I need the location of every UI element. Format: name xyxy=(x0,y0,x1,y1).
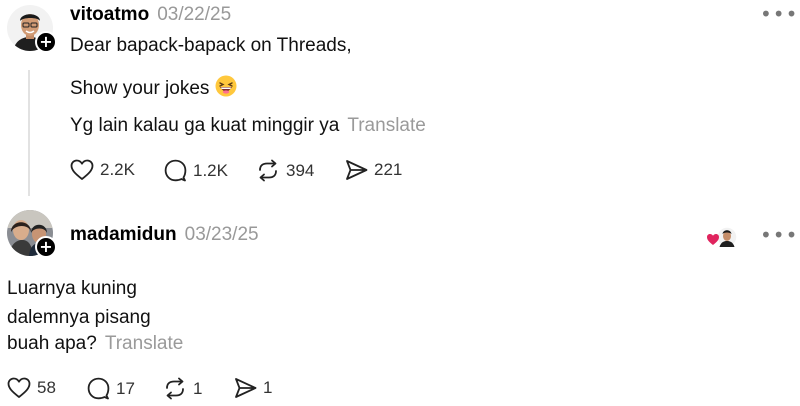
translate-link[interactable]: Translate xyxy=(347,115,426,136)
post-text-line: Luarnya kuning xyxy=(7,278,137,299)
post-header: vitoatmo 03/22/25 xyxy=(70,4,231,26)
post-text-fragment: Show your jokes xyxy=(70,78,210,99)
post-header: madamidun 03/23/25 xyxy=(70,224,259,246)
like-button[interactable]: 2.2K xyxy=(70,159,135,181)
reply-button[interactable]: 17 xyxy=(87,377,135,400)
post-text-fragment: buah apa? xyxy=(7,333,97,354)
reply-bubble-icon xyxy=(164,159,187,182)
liked-by-indicator[interactable] xyxy=(706,225,738,249)
heart-icon xyxy=(7,377,31,398)
username[interactable]: vitoatmo xyxy=(70,4,149,26)
follow-plus-badge[interactable]: + xyxy=(35,236,57,258)
reply-count: 1.2K xyxy=(193,160,228,180)
avatar[interactable]: + xyxy=(7,5,57,53)
more-options-icon[interactable]: ••• xyxy=(760,4,798,24)
post-madamidun: + madamidun 03/23/25 ••• Luarnya kuning … xyxy=(0,205,800,406)
share-button[interactable]: 1 xyxy=(234,377,272,399)
share-count: 1 xyxy=(263,378,273,397)
repost-icon xyxy=(259,159,277,182)
like-count: 2.2K xyxy=(100,160,135,179)
share-button[interactable]: 221 xyxy=(345,159,402,181)
repost-icon xyxy=(166,377,184,400)
post-text-line: buah apa? Translate xyxy=(7,334,183,353)
avatar[interactable]: + xyxy=(7,210,57,258)
like-button[interactable]: 58 xyxy=(7,377,56,399)
post-text-line: Show your jokes xyxy=(70,75,237,98)
send-icon xyxy=(235,378,257,398)
reply-count: 17 xyxy=(116,378,135,398)
send-icon xyxy=(346,160,368,180)
more-options-icon[interactable]: ••• xyxy=(760,225,798,245)
reply-bubble-icon xyxy=(87,377,110,400)
heart-icon xyxy=(70,159,94,180)
repost-button[interactable]: 1 xyxy=(163,377,202,400)
follow-plus-badge[interactable]: + xyxy=(35,31,57,53)
reply-button[interactable]: 1.2K xyxy=(164,159,228,182)
translate-link[interactable]: Translate xyxy=(105,333,184,354)
share-count: 221 xyxy=(374,160,403,179)
thread-line xyxy=(28,70,30,196)
post-date[interactable]: 03/22/25 xyxy=(157,4,231,26)
liked-by-avatar-icon xyxy=(707,226,738,248)
repost-button[interactable]: 394 xyxy=(256,159,314,182)
repost-count: 394 xyxy=(286,160,315,180)
post-text-line: Dear bapack-bapack on Threads, xyxy=(70,35,352,56)
post-text-fragment: Yg lain kalau ga kuat minggir ya xyxy=(70,115,340,136)
post-date[interactable]: 03/23/25 xyxy=(185,224,259,246)
username[interactable]: madamidun xyxy=(70,224,177,246)
like-count: 58 xyxy=(37,378,56,397)
grinning-squinting-face-icon xyxy=(215,75,237,97)
repost-count: 1 xyxy=(193,378,203,398)
post-vitoatmo: + vitoatmo 03/22/25 ••• Dear bapack-bapa… xyxy=(0,0,800,200)
post-text-line: Yg lain kalau ga kuat minggir ya Translat… xyxy=(70,116,426,135)
post-text-line: dalemnya pisang xyxy=(7,307,151,328)
